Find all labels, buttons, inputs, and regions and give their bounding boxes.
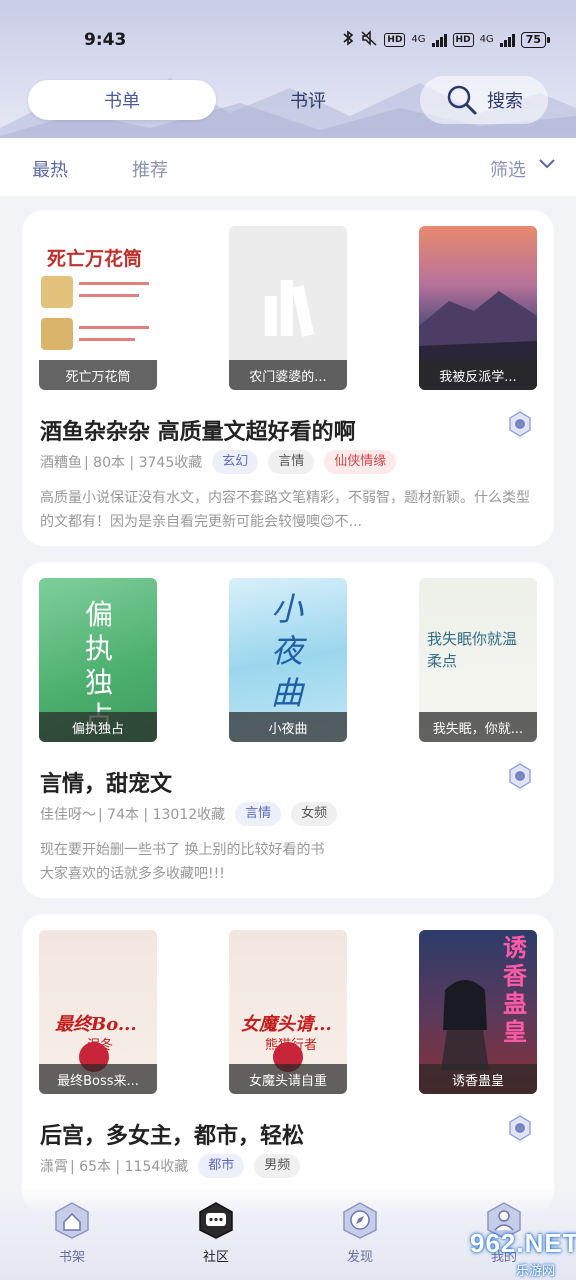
tag-chip[interactable]: 仙侠情缘 [324, 450, 397, 474]
booklist-meta: 潇霄 | 65本 | 1154收藏 都市 男频 [40, 1154, 301, 1178]
book-placeholder-icon [265, 280, 315, 337]
book-cover-caption: 诱香蛊皇 [419, 1064, 537, 1094]
status-time: 9:43 [84, 30, 127, 50]
bluetooth-icon [342, 30, 354, 49]
status-icons: HD 4G HD 4G 75 [342, 30, 551, 49]
filter-button[interactable]: 筛选 [490, 156, 526, 182]
nav-bookshelf[interactable]: 书架 [32, 1200, 112, 1265]
author-name[interactable]: 潇霄 [40, 1156, 68, 1176]
hd-badge: HD [452, 32, 474, 47]
cover-art-title: 诱香蛊皇 [503, 933, 527, 1046]
network-label: 4G [411, 34, 426, 45]
book-cover[interactable]: 我失眠你就温柔点 我失眠，你就... [419, 578, 537, 742]
booklist-title[interactable]: 酒鱼杂杂杂 高质量文超好看的啊 [40, 414, 356, 446]
booklist-title[interactable]: 言情，甜宠文 [40, 766, 172, 798]
tag-chip[interactable]: 言情 [268, 450, 315, 474]
site-watermark-logo: 962.NET 乐游网 [470, 1228, 576, 1280]
filter-hot[interactable]: 最热 [32, 156, 68, 182]
booklist-meta: 佳佳呀～ | 74本 | 13012收藏 言情 女频 [40, 802, 338, 826]
tag-chip[interactable]: 女频 [291, 802, 338, 826]
signal-icon [431, 33, 447, 47]
doge-image [41, 276, 73, 308]
booklist-card[interactable]: 最终Bo... 泯冬 最终Boss来... 女魔头请... 熊猫行者 女魔头请自… [22, 914, 554, 1214]
author-name[interactable]: 佳佳呀～ [40, 804, 96, 824]
booklist-card[interactable]: 偏执独占 偏执独占 小夜曲 小夜曲 我失眠你就温柔点 我失眠，你就... 言情，… [22, 562, 554, 898]
top-tabs: 书单 书评 [28, 80, 408, 120]
book-cover-caption: 最终Boss来... [39, 1064, 157, 1094]
cover-art-title: 最终Bo... [55, 1014, 137, 1035]
tab-reviews[interactable]: 书评 [228, 80, 388, 120]
nav-discover[interactable]: 发现 [320, 1200, 400, 1265]
chevron-down-icon[interactable] [538, 158, 556, 170]
network-label: 4G [479, 34, 494, 45]
signal-icon [499, 33, 515, 47]
tab-booklist[interactable]: 书单 [28, 80, 216, 120]
seal-badge-icon [509, 1115, 531, 1141]
book-cover-caption: 我被反派学... [419, 360, 537, 390]
book-cover-caption: 我失眠，你就... [419, 712, 537, 742]
booklist-title[interactable]: 后宫，多女主，都市，轻松 [40, 1118, 304, 1150]
booklist-stats: | 65本 | 1154收藏 [70, 1159, 189, 1175]
hd-badge: HD [384, 32, 406, 47]
book-cover[interactable]: 最终Bo... 泯冬 最终Boss来... [39, 930, 157, 1094]
chat-icon [199, 1202, 233, 1239]
nav-label: 社区 [202, 1250, 229, 1265]
filter-label: 筛选 [490, 160, 526, 181]
app-header: 9:43 HD 4G HD 4G 75 书单 书评 搜索 [0, 0, 576, 138]
book-cover-caption: 死亡万花筒 [39, 360, 157, 390]
seal-badge-icon [509, 763, 531, 789]
cover-art-title: 女魔头请... [241, 1014, 332, 1035]
booklist-card[interactable]: 死亡万花筒 死亡万花筒 农门婆婆的... 我被反派学... 酒鱼杂杂杂 高质量文… [22, 210, 554, 546]
tag-chip[interactable]: 男频 [254, 1154, 301, 1178]
book-cover-caption: 女魔头请自重 [229, 1064, 347, 1094]
book-cover[interactable]: 我被反派学... [419, 226, 537, 390]
compass-icon [343, 1202, 377, 1239]
nav-label: 书架 [58, 1250, 85, 1265]
mute-icon [360, 30, 378, 49]
tag-chip[interactable]: 玄幻 [212, 450, 259, 474]
book-cover[interactable]: 偏执独占 偏执独占 [39, 578, 157, 742]
character-artwork [441, 980, 489, 1070]
cover-art-title: 我失眠你就温柔点 [427, 630, 518, 670]
search-icon [447, 85, 477, 115]
book-cover-caption: 偏执独占 [39, 712, 157, 742]
nav-label: 发现 [346, 1250, 373, 1265]
battery-icon: 75 [520, 31, 551, 48]
watermark-subtext: 乐游网 [516, 1264, 556, 1279]
cover-art-title: 死亡万花筒 [47, 248, 143, 270]
search-button[interactable]: 搜索 [420, 76, 548, 124]
filter-bar: 最热 推荐 筛选 [0, 138, 576, 196]
watermark-text: 962.NET [470, 1228, 576, 1258]
booklist-meta: 酒糟鱼 | 80本 | 3745收藏 玄幻 言情 仙侠情缘 [40, 450, 397, 474]
book-cover[interactable]: 女魔头请... 熊猫行者 女魔头请自重 [229, 930, 347, 1094]
book-cover-caption: 农门婆婆的... [229, 360, 347, 390]
filter-recommend[interactable]: 推荐 [132, 156, 168, 182]
booklist-description: 现在要开始删一些书了 换上别的比较好看的书 大家喜欢的话就多多收藏吧!!! [40, 842, 325, 882]
doge-image [41, 318, 73, 350]
book-cover[interactable]: 死亡万花筒 死亡万花筒 [39, 226, 157, 390]
book-cover-caption: 小夜曲 [229, 712, 347, 742]
book-cover[interactable]: 小夜曲 小夜曲 [229, 578, 347, 742]
status-bar: 9:43 HD 4G HD 4G 75 [0, 26, 576, 56]
book-cover[interactable]: 农门婆婆的... [229, 226, 347, 390]
search-label: 搜索 [487, 91, 523, 112]
tag-chip[interactable]: 言情 [235, 802, 282, 826]
nav-community[interactable]: 社区 [176, 1200, 256, 1265]
home-icon [55, 1202, 89, 1239]
tag-chip[interactable]: 都市 [198, 1154, 245, 1178]
author-name[interactable]: 酒糟鱼 [40, 452, 82, 472]
seal-badge-icon [509, 411, 531, 437]
book-cover[interactable]: 诱香蛊皇 诱香蛊皇 [419, 930, 537, 1094]
cover-art-title: 小夜曲 [270, 590, 303, 712]
booklist-stats: | 74本 | 13012收藏 [98, 807, 226, 823]
booklist-description: 高质量小说保证没有水文，内容不套路文笔精彩，不弱智，题材新颖。什么类型的文都有！… [40, 490, 530, 530]
booklist-stats: | 80本 | 3745收藏 [84, 455, 203, 471]
